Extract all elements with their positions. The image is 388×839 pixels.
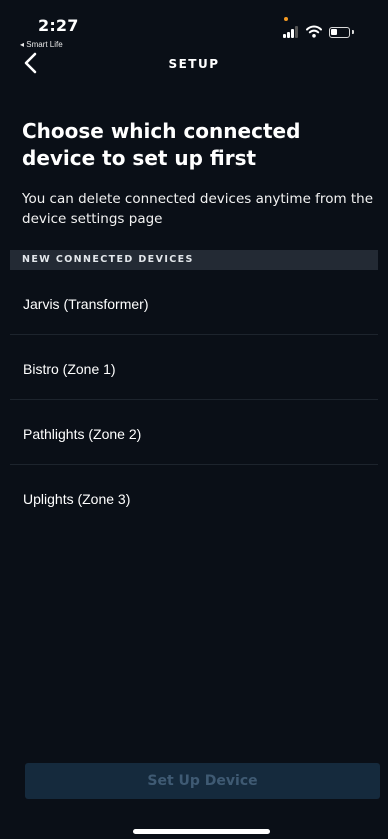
device-label: Uplights (Zone 3) [23, 491, 131, 507]
home-indicator[interactable] [133, 829, 270, 834]
wifi-icon [306, 25, 322, 38]
cellular-signal-icon [283, 26, 299, 38]
battery-icon [329, 27, 354, 38]
device-item-uplights[interactable]: Uplights (Zone 3) [10, 465, 378, 530]
setup-heading: Choose which connected device to set up … [22, 119, 301, 170]
status-icons [283, 25, 365, 40]
page-title: SETUP [168, 57, 220, 71]
device-item-pathlights[interactable]: Pathlights (Zone 2) [10, 400, 378, 465]
setup-description: You can delete connected devices anytime… [22, 191, 374, 227]
device-item-jarvis[interactable]: Jarvis (Transformer) [10, 270, 378, 335]
device-label: Jarvis (Transformer) [23, 296, 149, 312]
device-label: Pathlights (Zone 2) [23, 426, 142, 442]
device-item-bistro[interactable]: Bistro (Zone 1) [10, 335, 378, 400]
section-header-new-devices: NEW CONNECTED DEVICES [10, 250, 378, 270]
device-list: Jarvis (Transformer) Bistro (Zone 1) Pat… [0, 270, 388, 530]
back-to-app-link[interactable]: ◂ Smart Life [20, 40, 63, 49]
privacy-indicator-icon [284, 17, 288, 21]
set-up-device-button[interactable]: Set Up Device [25, 763, 380, 799]
status-time: 2:27 [38, 16, 79, 35]
status-bar: 2:27 ◂ Smart Life [0, 0, 388, 49]
setup-screen: 2:27 ◂ Smart Life SETUP Choose which con… [0, 0, 388, 839]
device-label: Bistro (Zone 1) [23, 361, 116, 377]
